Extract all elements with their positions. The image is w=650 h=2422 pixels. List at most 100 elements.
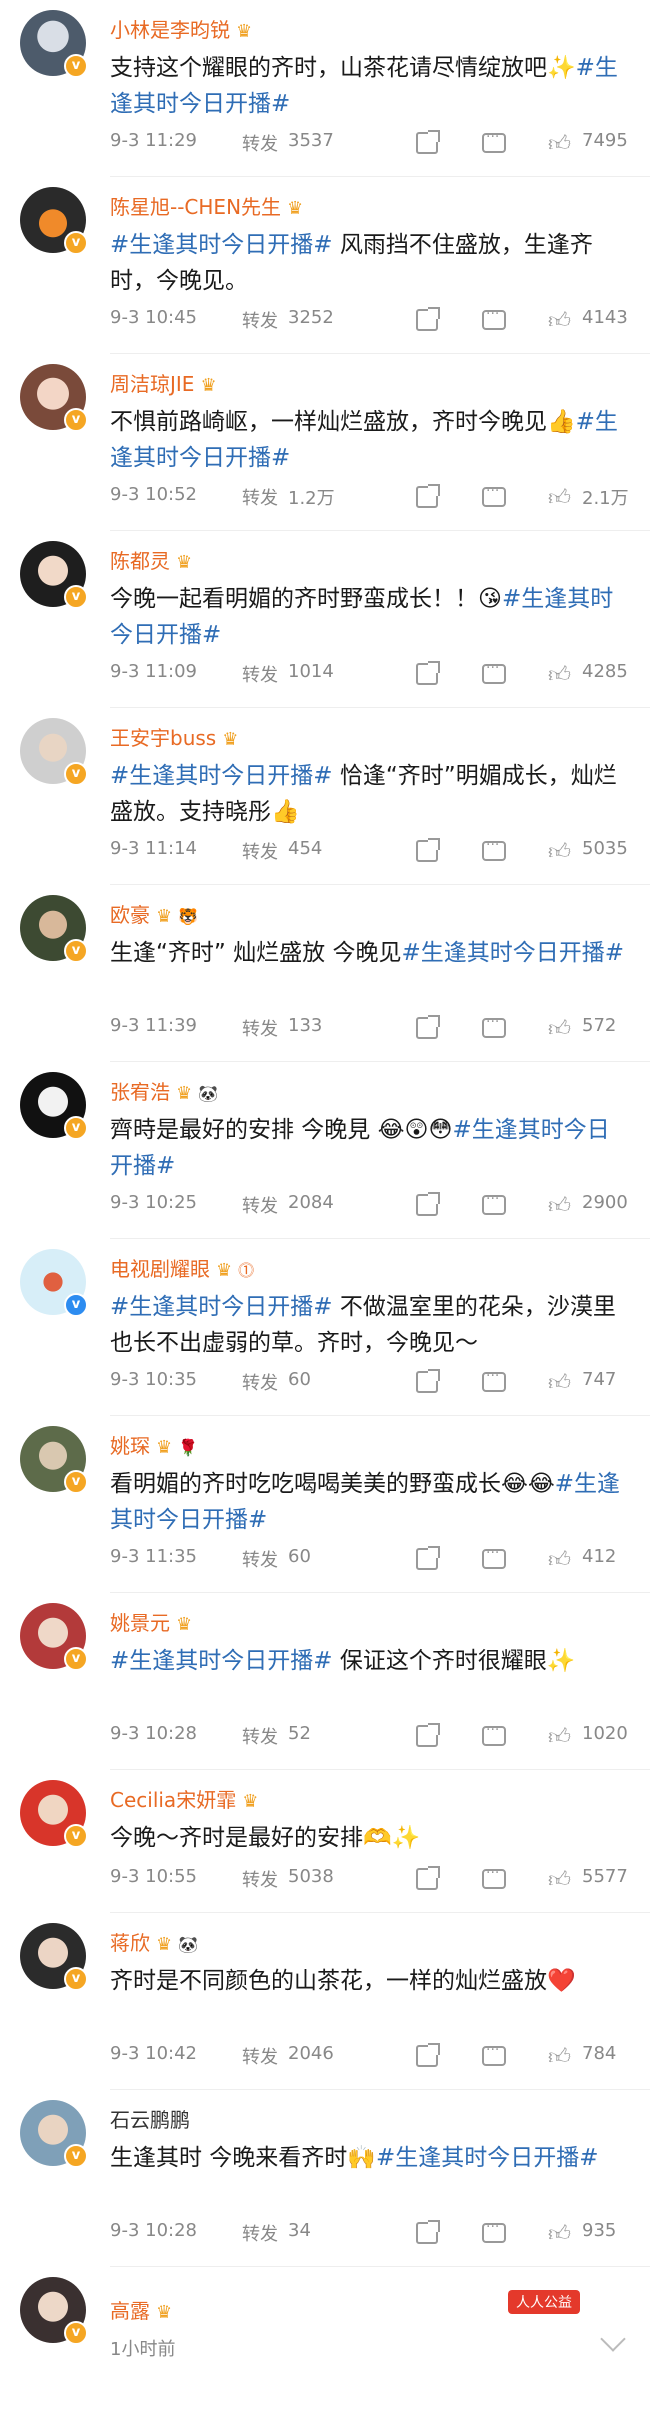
share-icon[interactable]: [416, 1723, 440, 1747]
comment-icon[interactable]: [482, 483, 506, 507]
share-icon[interactable]: [416, 838, 440, 862]
hashtag-link[interactable]: #生逢其时今日开播#: [376, 2145, 599, 2171]
username[interactable]: 欧豪 ♛ 🐯: [110, 899, 198, 928]
crown-badge-icon: ♛: [156, 1437, 173, 1458]
comment-text: 生逢其时 今晚来看齐时🙌#生逢其时今日开播#: [110, 2145, 599, 2171]
username[interactable]: Cecilia宋妍霏 ♛: [110, 1784, 258, 1813]
hashtag-link[interactable]: #生逢其时今日开播#: [110, 763, 333, 789]
comment-icon[interactable]: [482, 2042, 506, 2066]
comment-icon[interactable]: [482, 2219, 506, 2243]
username[interactable]: 高露 ♛: [110, 2295, 172, 2324]
share-icon[interactable]: [416, 1546, 440, 1570]
like-icon[interactable]: 👍︎: [548, 661, 571, 688]
comment-meta: 9-3 10:25 转发 2084 👍︎ 2900: [110, 1191, 640, 1220]
verified-badge-icon: v: [64, 585, 88, 609]
tiger-badge-icon: 🐯: [178, 907, 199, 926]
timestamp: 9-3 11:35: [110, 1546, 197, 1567]
like-icon[interactable]: 👍︎: [548, 1546, 571, 1573]
share-icon[interactable]: [416, 2043, 440, 2067]
share-icon[interactable]: [416, 1369, 440, 1393]
repost-label: 转发: [242, 488, 278, 509]
timestamp: 9-3 11:39: [110, 1015, 197, 1036]
share-icon[interactable]: [416, 1866, 440, 1890]
username[interactable]: 王安宇buss ♛: [110, 722, 238, 751]
like-count: 5577: [582, 1866, 628, 1887]
share-icon[interactable]: [416, 307, 440, 331]
share-icon[interactable]: [416, 130, 440, 154]
crown-badge-icon: ♛: [156, 1934, 173, 1955]
username[interactable]: 石云鹏鹏: [110, 2104, 190, 2133]
like-icon[interactable]: 👍︎: [548, 1369, 571, 1396]
repost-label: 转发: [242, 134, 278, 155]
username[interactable]: 张宥浩 ♛ 🐼: [110, 1076, 218, 1105]
comment-meta: 9-3 10:45 转发 3252 👍︎ 4143: [110, 306, 640, 335]
rose-badge-icon: 🌹: [178, 1438, 199, 1457]
comment-icon[interactable]: [482, 1014, 506, 1038]
like-icon[interactable]: 👍︎: [548, 1723, 571, 1750]
hashtag-link[interactable]: #生逢其时今日开播#: [110, 232, 333, 258]
repost-count: 2084: [288, 1192, 334, 1213]
repost-count: 34: [288, 2220, 311, 2241]
timestamp: 9-3 10:52: [110, 484, 197, 505]
comment-icon[interactable]: [482, 306, 506, 330]
like-icon[interactable]: 👍︎: [548, 2043, 571, 2070]
divider: [110, 2089, 650, 2090]
timestamp: 9-3 10:45: [110, 307, 197, 328]
share-icon[interactable]: [416, 1192, 440, 1216]
hashtag-link[interactable]: #生逢其时今日开播#: [401, 940, 624, 966]
repost-count: 1014: [288, 661, 334, 682]
verified-badge-icon: v: [64, 2321, 88, 2345]
comment-icon[interactable]: [482, 129, 506, 153]
hashtag-link[interactable]: #生逢其时今日开播#: [110, 1294, 333, 1320]
username[interactable]: 姚琛 ♛ 🌹: [110, 1430, 198, 1459]
like-icon[interactable]: 👍︎: [548, 2220, 571, 2247]
like-icon[interactable]: 👍︎: [548, 130, 571, 157]
comment-icon[interactable]: [482, 1368, 506, 1392]
share-icon[interactable]: [416, 1015, 440, 1039]
username[interactable]: 姚景元 ♛: [110, 1607, 192, 1636]
repost-count: 5038: [288, 1866, 334, 1887]
comment-icon[interactable]: [482, 1722, 506, 1746]
repost-label: 转发: [242, 1727, 278, 1748]
chevron-down-icon[interactable]: [600, 2326, 626, 2352]
comment-icon[interactable]: [482, 837, 506, 861]
username[interactable]: 电视剧耀眼 ♛ ⓵: [110, 1253, 254, 1282]
like-icon[interactable]: 👍︎: [548, 1015, 571, 1042]
username[interactable]: 陈星旭--CHEN先生 ♛: [110, 191, 303, 220]
username[interactable]: 蒋欣 ♛ 🐼: [110, 1927, 198, 1956]
verified-badge-icon: v: [64, 1470, 88, 1494]
like-count: 1020: [582, 1723, 628, 1744]
username[interactable]: 陈都灵 ♛: [110, 545, 192, 574]
verified-badge-icon: v: [64, 1824, 88, 1848]
repost-count: 2046: [288, 2043, 334, 2064]
share-icon[interactable]: [416, 2220, 440, 2244]
username[interactable]: 周洁琼JIE ♛: [110, 368, 217, 397]
comment-icon[interactable]: [482, 1191, 506, 1215]
timestamp: 9-3 10:28: [110, 1723, 197, 1744]
like-icon[interactable]: 👍︎: [548, 838, 571, 865]
repost-count: 60: [288, 1546, 311, 1567]
like-icon[interactable]: 👍︎: [548, 307, 571, 334]
comment-meta: 9-3 11:09 转发 1014 👍︎ 4285: [110, 660, 640, 689]
share-icon[interactable]: [416, 484, 440, 508]
verified-badge-icon: v: [64, 762, 88, 786]
comment-icon[interactable]: [482, 1545, 506, 1569]
crown-badge-icon: ♛: [236, 21, 253, 42]
crown-badge-icon: ♛: [176, 552, 193, 573]
comment-meta: 9-3 10:52 转发 1.2万 👍︎ 2.1万: [110, 483, 640, 512]
divider: [110, 353, 650, 354]
comment-icon[interactable]: [482, 1865, 506, 1889]
verified-badge-icon: v: [64, 1293, 88, 1317]
comment-meta: 9-3 10:28 转发 34 👍︎ 935: [110, 2219, 640, 2248]
comment-icon[interactable]: [482, 660, 506, 684]
like-count: 4143: [582, 307, 628, 328]
like-icon[interactable]: 👍︎: [548, 1866, 571, 1893]
timestamp: 9-3 10:42: [110, 2043, 197, 2064]
share-icon[interactable]: [416, 661, 440, 685]
hashtag-link[interactable]: #生逢其时今日开播#: [110, 1648, 333, 1674]
like-icon[interactable]: 👍︎: [548, 484, 571, 511]
like-icon[interactable]: 👍︎: [548, 1192, 571, 1219]
username[interactable]: 小林是李昀锐 ♛: [110, 14, 252, 43]
like-count: 5035: [582, 838, 628, 859]
crown-badge-icon: ♛: [216, 1260, 233, 1281]
